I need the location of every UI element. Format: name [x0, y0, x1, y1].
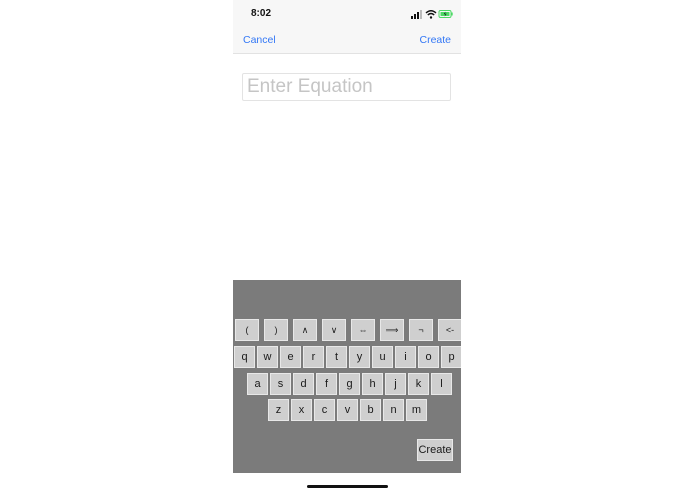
letter-key-8[interactable]: o: [418, 346, 439, 368]
phone-screen: 8:02 Cancel Create Enter Equation () ∧ …: [233, 0, 461, 494]
letter-key-2[interactable]: e: [280, 346, 301, 368]
battery-icon: [438, 10, 453, 18]
letter-key-6[interactable]: j: [385, 373, 406, 395]
letter-key-3[interactable]: v: [337, 399, 358, 421]
equation-input[interactable]: [242, 73, 451, 101]
status-icons-group: [411, 10, 453, 19]
status-icons: [411, 9, 453, 19]
symbol-key-6[interactable]: ¬: [409, 319, 433, 341]
symbol-key-0[interactable]: (: [235, 319, 259, 341]
letter-key-2[interactable]: d: [293, 373, 314, 395]
letter-key-3[interactable]: r: [303, 346, 324, 368]
letter-key-1[interactable]: w: [257, 346, 278, 368]
letter-key-7[interactable]: i: [395, 346, 416, 368]
letter-key-2[interactable]: c: [314, 399, 335, 421]
create-nav-button[interactable]: Create: [419, 34, 451, 46]
letter-key-6[interactable]: m: [406, 399, 427, 421]
letter-key-0[interactable]: z: [268, 399, 289, 421]
signal-icon: [411, 10, 422, 19]
symbol-key-2[interactable]: ∧: [293, 319, 317, 341]
letter-key-5[interactable]: h: [362, 373, 383, 395]
status-time: 8:02: [251, 8, 272, 19]
letter-key-6[interactable]: u: [372, 346, 393, 368]
letter-key-1[interactable]: x: [291, 399, 312, 421]
create-key-button[interactable]: Create: [417, 439, 453, 461]
symbol-key-4[interactable]: ⇔: [351, 319, 375, 341]
letter-key-4[interactable]: g: [339, 373, 360, 395]
status-bar: 8:02: [233, 0, 461, 28]
symbol-key-3[interactable]: ∨: [322, 319, 346, 341]
symbol-key-1[interactable]: ): [264, 319, 288, 341]
letter-key-1[interactable]: s: [270, 373, 291, 395]
symbol-key-7[interactable]: <-: [438, 319, 461, 341]
symbol-key-5[interactable]: ⟹: [380, 319, 404, 341]
cancel-button[interactable]: Cancel: [243, 34, 276, 46]
home-indicator[interactable]: [307, 485, 388, 488]
letter-key-5[interactable]: y: [349, 346, 370, 368]
letter-key-0[interactable]: a: [247, 373, 268, 395]
letter-key-8[interactable]: l: [431, 373, 452, 395]
letter-key-5[interactable]: n: [383, 399, 404, 421]
navigation-bar: Cancel Create: [233, 28, 461, 54]
wifi-icon: [425, 10, 437, 19]
letter-key-4[interactable]: t: [326, 346, 347, 368]
letter-key-4[interactable]: b: [360, 399, 381, 421]
letter-key-3[interactable]: f: [316, 373, 337, 395]
letter-key-0[interactable]: q: [234, 346, 255, 368]
letter-key-7[interactable]: k: [408, 373, 429, 395]
letter-key-9[interactable]: p: [441, 346, 461, 368]
custom-keyboard: () ∧ ∨ ⇔ ⟹ ¬ <- qwertyuiop asdfghjkl zxcvbnm C…: [233, 280, 461, 473]
